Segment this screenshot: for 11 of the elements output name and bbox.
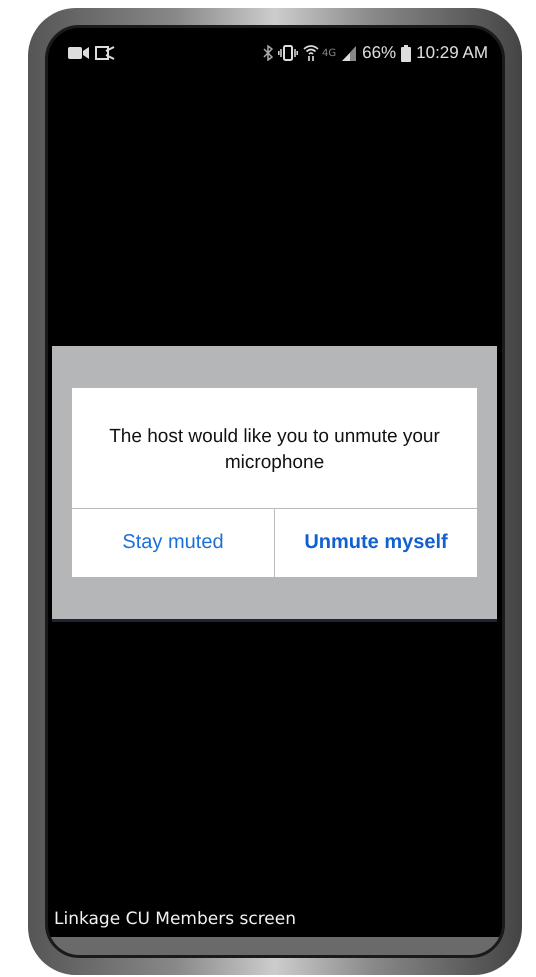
vibrate-icon bbox=[278, 45, 298, 61]
battery-icon bbox=[401, 44, 412, 62]
signal-icon bbox=[341, 45, 358, 61]
dialog-message: The host would like you to unmute your microphone bbox=[108, 424, 441, 474]
caption: Linkage CU Members screen bbox=[53, 909, 298, 931]
video-camera-icon bbox=[68, 46, 90, 60]
status-time: 10:29 AM bbox=[416, 43, 488, 63]
battery-percentage: 66% bbox=[362, 43, 396, 63]
wifi-icon bbox=[303, 44, 320, 62]
bluetooth-icon bbox=[263, 45, 274, 61]
network-type: 4G bbox=[322, 48, 336, 58]
